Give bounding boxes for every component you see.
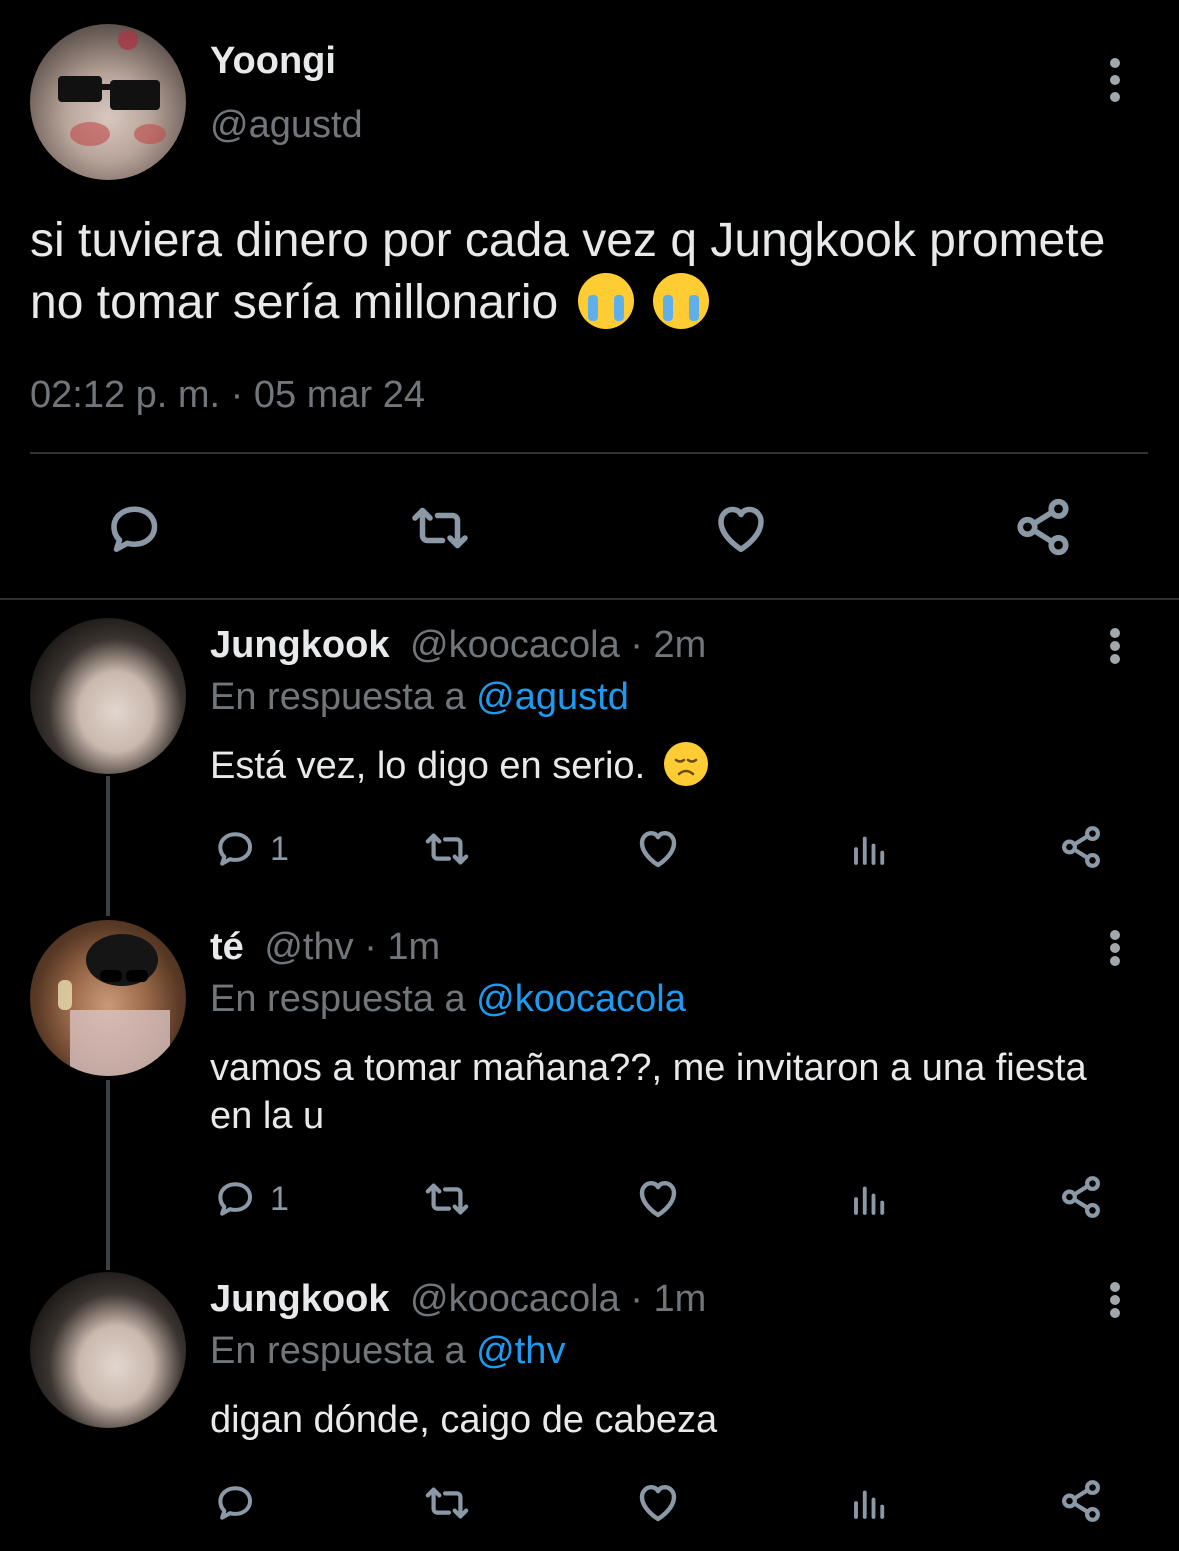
retweet-icon[interactable] bbox=[420, 1480, 474, 1526]
reply-avatar[interactable] bbox=[30, 920, 186, 1076]
reply-time: · 1m bbox=[630, 1278, 707, 1320]
reply-text: Está vez, lo digo en serio. bbox=[210, 741, 1110, 790]
retweet-icon[interactable] bbox=[420, 1176, 474, 1222]
reply-text-content: Está vez, lo digo en serio. bbox=[210, 745, 646, 787]
tweet-text: si tuviera dinero por cada vez q Jungkoo… bbox=[30, 210, 1150, 334]
reply-header: té @thv · 1m bbox=[210, 926, 440, 969]
author-display-name[interactable]: Yoongi bbox=[210, 40, 336, 83]
author-avatar[interactable] bbox=[30, 24, 186, 180]
like-icon[interactable] bbox=[634, 1478, 682, 1526]
reply-text: vamos a tomar mañana??, me invitaron a u… bbox=[210, 1047, 1087, 1137]
reply-time: · 1m bbox=[364, 926, 441, 968]
more-options-icon[interactable] bbox=[1100, 50, 1130, 110]
author-handle[interactable]: @agustd bbox=[210, 104, 363, 147]
divider bbox=[0, 598, 1179, 600]
reply-count: 1 bbox=[270, 830, 289, 868]
reply-icon[interactable] bbox=[212, 1480, 258, 1524]
crying-face-emoji-icon bbox=[652, 273, 709, 330]
share-icon[interactable] bbox=[1058, 1478, 1104, 1524]
reply-prefix: En respuesta a bbox=[210, 676, 466, 718]
tweet-timestamp: 02:12 p. m. · 05 mar 24 bbox=[30, 374, 425, 416]
more-options-icon[interactable] bbox=[1100, 616, 1130, 676]
like-icon[interactable] bbox=[634, 824, 682, 872]
reply-header: Jungkook @koocacola · 1m bbox=[210, 1278, 706, 1321]
reply-display-name[interactable]: Jungkook bbox=[210, 1278, 389, 1320]
views-icon[interactable] bbox=[848, 1482, 892, 1524]
reply-context: En respuesta a @thv bbox=[210, 1330, 565, 1373]
reply-context: En respuesta a @agustd bbox=[210, 676, 629, 719]
sunglasses-graphic bbox=[58, 934, 170, 1076]
views-icon[interactable] bbox=[848, 1178, 892, 1220]
reply-handle[interactable]: @koocacola bbox=[410, 1278, 620, 1320]
crying-face-emoji-icon bbox=[577, 273, 634, 330]
thread-connector-line bbox=[106, 1080, 110, 1270]
reply-time: · 2m bbox=[630, 624, 707, 666]
reply-mention-link[interactable]: @thv bbox=[476, 1330, 565, 1372]
disappointed-face-emoji-icon bbox=[663, 741, 708, 786]
like-icon[interactable] bbox=[710, 498, 772, 558]
divider bbox=[30, 452, 1148, 454]
more-options-icon[interactable] bbox=[1100, 1270, 1130, 1330]
share-icon[interactable] bbox=[1012, 496, 1074, 558]
reply-mention-link[interactable]: @koocacola bbox=[476, 978, 686, 1020]
reply-header: Jungkook @koocacola · 2m bbox=[210, 624, 706, 667]
reply-avatar[interactable] bbox=[30, 618, 186, 774]
reply-icon[interactable] bbox=[212, 826, 258, 870]
reply-context: En respuesta a @koocacola bbox=[210, 978, 686, 1021]
sunglasses-graphic bbox=[58, 30, 166, 146]
views-icon[interactable] bbox=[848, 828, 892, 870]
reply-avatar[interactable] bbox=[30, 1272, 186, 1428]
retweet-icon[interactable] bbox=[420, 826, 474, 872]
reply-display-name[interactable]: té bbox=[210, 926, 244, 968]
reply-mention-link[interactable]: @agustd bbox=[476, 676, 629, 718]
tweet-text-content: si tuviera dinero por cada vez q Jungkoo… bbox=[30, 214, 1106, 329]
reply-handle[interactable]: @koocacola bbox=[410, 624, 620, 666]
reply-handle[interactable]: @thv bbox=[264, 926, 353, 968]
reply-icon[interactable] bbox=[212, 1176, 258, 1220]
reply-count: 1 bbox=[270, 1180, 289, 1218]
reply-text: digan dónde, caigo de cabeza bbox=[210, 1399, 718, 1441]
reply-prefix: En respuesta a bbox=[210, 978, 466, 1020]
share-icon[interactable] bbox=[1058, 1174, 1104, 1220]
reply-icon[interactable] bbox=[104, 498, 164, 558]
share-icon[interactable] bbox=[1058, 824, 1104, 870]
retweet-icon[interactable] bbox=[408, 498, 472, 558]
more-options-icon[interactable] bbox=[1100, 918, 1130, 978]
thread-connector-line bbox=[106, 776, 110, 916]
reply-display-name[interactable]: Jungkook bbox=[210, 624, 389, 666]
like-icon[interactable] bbox=[634, 1174, 682, 1222]
reply-prefix: En respuesta a bbox=[210, 1330, 466, 1372]
